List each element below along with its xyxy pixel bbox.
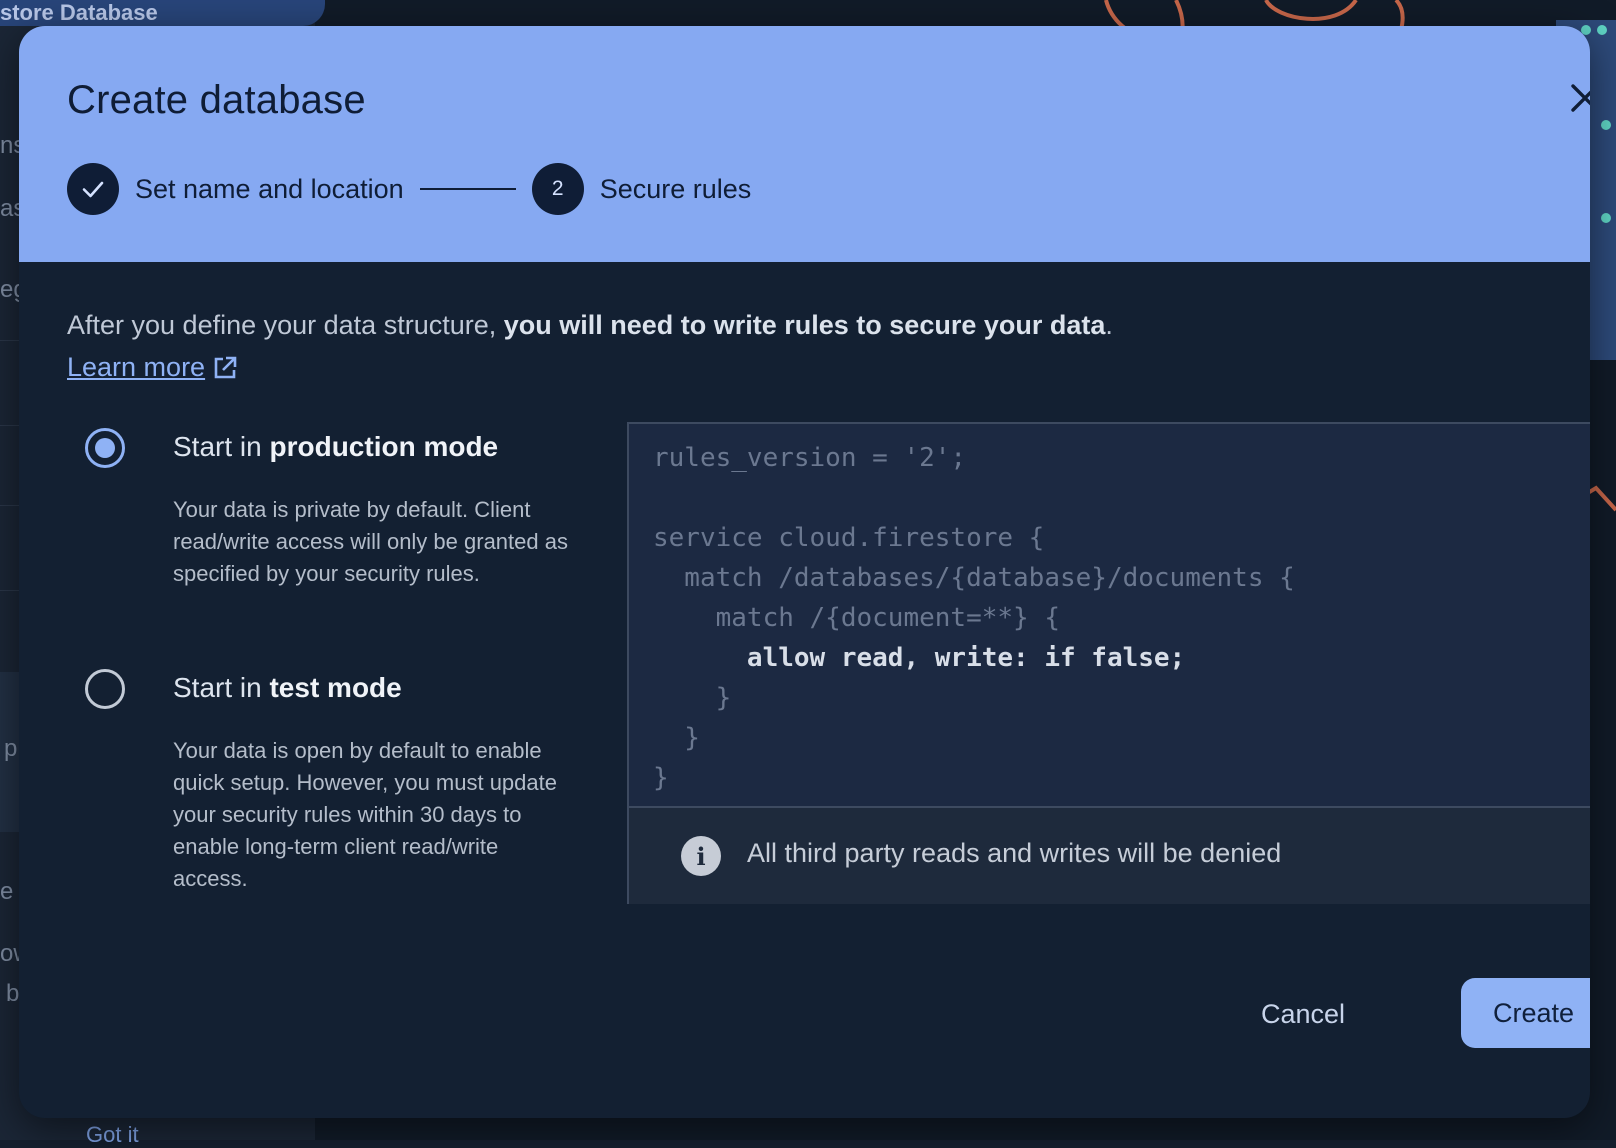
code-line: match /{document=**} { [653,603,1060,633]
dialog-header: Create database Set name and location 2 … [19,26,1590,262]
option-title-prefix: Start in [173,672,270,703]
check-icon [82,181,104,198]
background-page-title: store Database [0,0,325,26]
test-mode-description: Your data is open by default to enable q… [173,738,557,891]
production-mode-title: Start in production mode [173,431,498,463]
code-line-highlighted: allow read, write: if false; [653,643,1186,673]
external-link-icon [214,356,237,378]
intro-text-end: . [1105,310,1113,340]
option-title-prefix: Start in [173,431,270,462]
step-connector [419,188,516,190]
cancel-button[interactable]: Cancel [1244,986,1362,1042]
learn-more-label: Learn more [67,352,206,382]
code-line: match /databases/{database}/documents { [653,563,1295,593]
info-icon: i [681,836,721,876]
intro-text-plain: After you define your data structure, [67,310,504,340]
intro-text-bold: you will need to write rules to secure y… [503,310,1106,340]
dialog-title: Create database [67,78,366,122]
learn-more-link[interactable]: Learn more [67,352,239,383]
code-line: rules_version = '2'; [653,443,967,473]
create-database-dialog: Create database Set name and location 2 … [19,26,1590,1118]
rules-code: rules_version = '2'; service cloud.fires… [653,438,1295,798]
rules-info-banner: i All third party reads and writes will … [629,806,1590,904]
step-2-label: Secure rules [599,173,752,204]
test-mode-title: Start in test mode [173,672,402,704]
info-text: All third party reads and writes will be… [747,838,1282,868]
step-1-indicator [67,163,119,215]
background-text-fragment: p [4,735,18,762]
security-rules-preview: rules_version = '2'; service cloud.fires… [627,422,1590,904]
intro-text: After you define your data structure, yo… [67,310,1467,341]
background-text-fragment: b [6,980,20,1007]
step-1-label: Set name and location [135,173,404,204]
close-icon [1571,84,1590,112]
stepper: Set name and location 2 Secure rules [67,163,751,215]
code-line: } [653,723,700,753]
option-title-bold: production mode [269,431,499,462]
production-mode-radio[interactable] [85,428,125,468]
close-button[interactable] [1565,78,1590,118]
code-line: service cloud.firestore { [653,523,1045,553]
create-button[interactable]: Create [1461,978,1590,1048]
test-mode-radio[interactable] [85,669,125,709]
option-title-bold: test mode [269,672,402,703]
step-2-indicator: 2 [531,163,584,215]
background-got-it-link: Got it [86,1122,139,1147]
code-line: } [653,683,732,713]
code-line: } [653,763,669,793]
production-mode-description: Your data is private by default. Client … [173,497,568,586]
